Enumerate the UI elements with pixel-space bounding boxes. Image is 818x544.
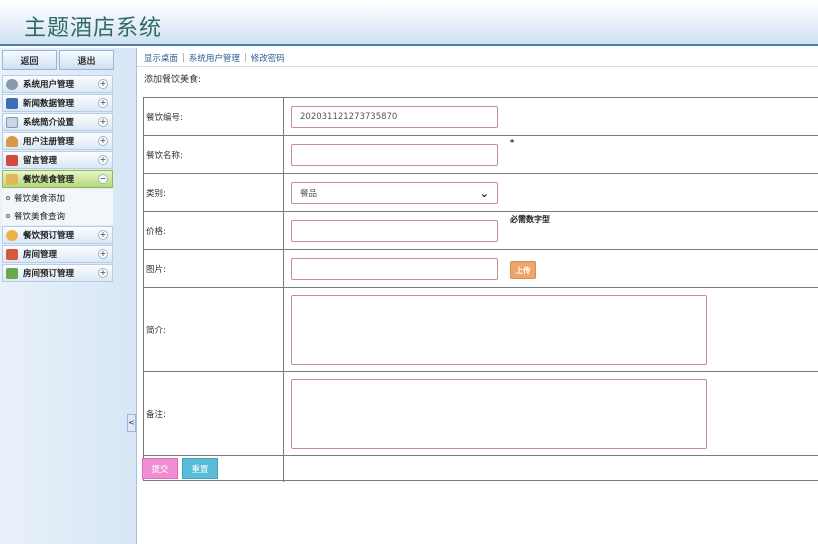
sidebar-item-intro-settings[interactable]: 系统简介设置 + <box>2 113 113 131</box>
sidebar-item-label: 房间预订管理 <box>23 269 75 279</box>
sidebar-item-food-booking[interactable]: 餐饮预订管理 + <box>2 226 113 244</box>
sidebar: 返回 退出 系统用户管理 + 新闻数据管理 + 系统简介设置 + 用户注册管理 … <box>0 48 137 544</box>
id-label: 餐饮编号: <box>144 98 284 135</box>
chart-icon <box>6 249 18 260</box>
sidebar-item-rooms[interactable]: 房间管理 + <box>2 245 113 263</box>
breadcrumb: 显示桌面 | 系统用户管理 | 修改密码 <box>140 51 289 65</box>
sidebar-item-label: 房间管理 <box>23 250 58 260</box>
sidebar-item-label: 新闻数据管理 <box>23 99 75 109</box>
form-row-image: 图片: 上传 <box>144 250 818 288</box>
category-label: 类别: <box>144 174 284 211</box>
note-textarea[interactable] <box>291 379 707 449</box>
sidebar-item-label: 用户注册管理 <box>23 137 75 147</box>
sidebar-item-user-registration[interactable]: 用户注册管理 + <box>2 132 113 150</box>
sidebar-collapse-handle[interactable]: < <box>127 414 136 432</box>
sidebar-item-label: 餐饮美食管理 <box>23 175 75 185</box>
bullet-icon <box>6 196 10 200</box>
user-icon <box>6 136 18 147</box>
expand-icon[interactable]: + <box>98 79 108 89</box>
intro-label: 简介: <box>144 288 284 371</box>
header: 主题酒店系统 <box>0 0 818 46</box>
sidebar-item-label: 系统简介设置 <box>23 118 75 128</box>
sidebar-item-room-booking[interactable]: 房间预订管理 + <box>2 264 113 282</box>
form-row-name: 餐饮名称: * <box>144 136 818 174</box>
chevron-down-icon: ⌄ <box>479 187 489 200</box>
food-form: 餐饮编号: 202031121273735870 餐饮名称: * 类别: 餐品 … <box>143 97 818 482</box>
id-field[interactable]: 202031121273735870 <box>291 106 498 128</box>
logout-button[interactable]: 退出 <box>59 50 114 70</box>
required-mark: * <box>510 138 515 147</box>
sidebar-top-buttons: 返回 退出 <box>2 50 114 72</box>
nav-show-desktop[interactable]: 显示桌面 <box>140 52 182 64</box>
submit-button[interactable]: 提交 <box>142 458 178 479</box>
category-selected-value: 餐品 <box>300 189 318 199</box>
nav-system-users[interactable]: 系统用户管理 <box>185 52 244 64</box>
sidebar-subitem-food-query[interactable]: 餐饮美食查询 <box>2 207 113 225</box>
expand-icon[interactable]: + <box>98 155 108 165</box>
collapse-icon[interactable]: − <box>98 174 108 184</box>
upload-button[interactable]: 上传 <box>510 261 536 279</box>
expand-icon[interactable]: + <box>98 98 108 108</box>
form-row-id: 餐饮编号: 202031121273735870 <box>144 98 818 136</box>
intro-textarea[interactable] <box>291 295 707 365</box>
price-label: 价格: <box>144 212 284 249</box>
form-row-category: 类别: 餐品 ⌄ <box>144 174 818 212</box>
sidebar-item-label: 留言管理 <box>23 156 58 166</box>
sidebar-item-food[interactable]: 餐饮美食管理 − <box>2 170 113 188</box>
app-title: 主题酒店系统 <box>24 16 163 41</box>
folder-icon <box>6 174 18 185</box>
name-field[interactable] <box>291 144 498 166</box>
expand-icon[interactable]: + <box>98 117 108 127</box>
sidebar-item-messages[interactable]: 留言管理 + <box>2 151 113 169</box>
sidebar-menu: 系统用户管理 + 新闻数据管理 + 系统简介设置 + 用户注册管理 + 留言管理… <box>2 75 113 283</box>
nav-change-password[interactable]: 修改密码 <box>247 52 289 64</box>
price-field[interactable] <box>291 220 498 242</box>
coins-icon <box>6 230 18 241</box>
form-row-price: 价格: 必需数字型 <box>144 212 818 250</box>
monitor-icon <box>6 98 18 109</box>
sidebar-subitem-label: 餐饮美食添加 <box>14 194 66 204</box>
name-label: 餐饮名称: <box>144 136 284 173</box>
form-row-note: 备注: <box>144 372 818 456</box>
form-row-actions <box>144 456 818 482</box>
sidebar-subitem-label: 餐饮美食查询 <box>14 212 66 222</box>
page-title: 添加餐饮美食: <box>144 75 202 85</box>
expand-icon[interactable]: + <box>98 249 108 259</box>
reset-button[interactable]: 重置 <box>182 458 218 479</box>
price-hint: 必需数字型 <box>510 215 550 224</box>
expand-icon[interactable]: + <box>98 136 108 146</box>
grid-icon <box>6 268 18 279</box>
image-label: 图片: <box>144 250 284 287</box>
bullet-icon <box>6 214 10 218</box>
sidebar-item-news[interactable]: 新闻数据管理 + <box>2 94 113 112</box>
back-button[interactable]: 返回 <box>2 50 57 70</box>
sidebar-item-label: 餐饮预订管理 <box>23 231 75 241</box>
note-label: 备注: <box>144 372 284 455</box>
category-select[interactable]: 餐品 ⌄ <box>291 182 498 204</box>
expand-icon[interactable]: + <box>98 268 108 278</box>
divider <box>137 66 818 67</box>
sidebar-subitem-food-add[interactable]: 餐饮美食添加 <box>2 189 113 207</box>
message-icon <box>6 155 18 166</box>
gear-icon <box>6 79 18 90</box>
calendar-icon <box>6 117 18 128</box>
sidebar-item-system-users[interactable]: 系统用户管理 + <box>2 75 113 93</box>
form-row-intro: 简介: <box>144 288 818 372</box>
sidebar-item-label: 系统用户管理 <box>23 80 75 90</box>
image-field[interactable] <box>291 258 498 280</box>
expand-icon[interactable]: + <box>98 230 108 240</box>
